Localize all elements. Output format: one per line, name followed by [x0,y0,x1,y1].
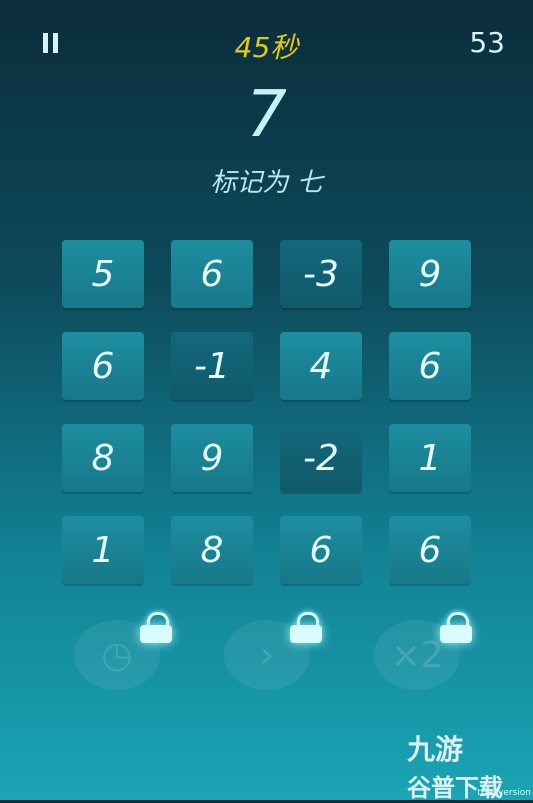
grid-tile[interactable]: 4 [280,332,362,400]
grid-tile[interactable]: 6 [171,240,253,308]
grid-tile[interactable]: 6 [389,332,471,400]
lock-icon [290,612,322,644]
grid-tile[interactable]: 6 [62,332,144,400]
grid-tile[interactable]: 6 [280,516,362,584]
grid-tile[interactable]: 9 [389,240,471,308]
grid-tile[interactable]: 8 [62,424,144,492]
instruction-text: 标记为 七 [210,168,323,198]
grid-tile[interactable]: 1 [389,424,471,492]
timer: 45秒 [234,31,299,64]
grid-tile[interactable]: -3 [280,240,362,308]
grid-tile[interactable]: 6 [389,516,471,584]
lock-icon [140,612,172,644]
score: 53 [469,26,505,59]
lock-icon [440,612,472,644]
grid-tile[interactable]: 5 [62,240,144,308]
target-number: 7 [246,78,287,152]
grid-tile[interactable]: -1 [171,332,253,400]
trial-label: trial version [477,788,531,798]
grid-tile[interactable]: 9 [171,424,253,492]
grid-tile[interactable]: 1 [62,516,144,584]
grid-tile[interactable]: 8 [171,516,253,584]
grid-tile[interactable]: -2 [280,424,362,492]
